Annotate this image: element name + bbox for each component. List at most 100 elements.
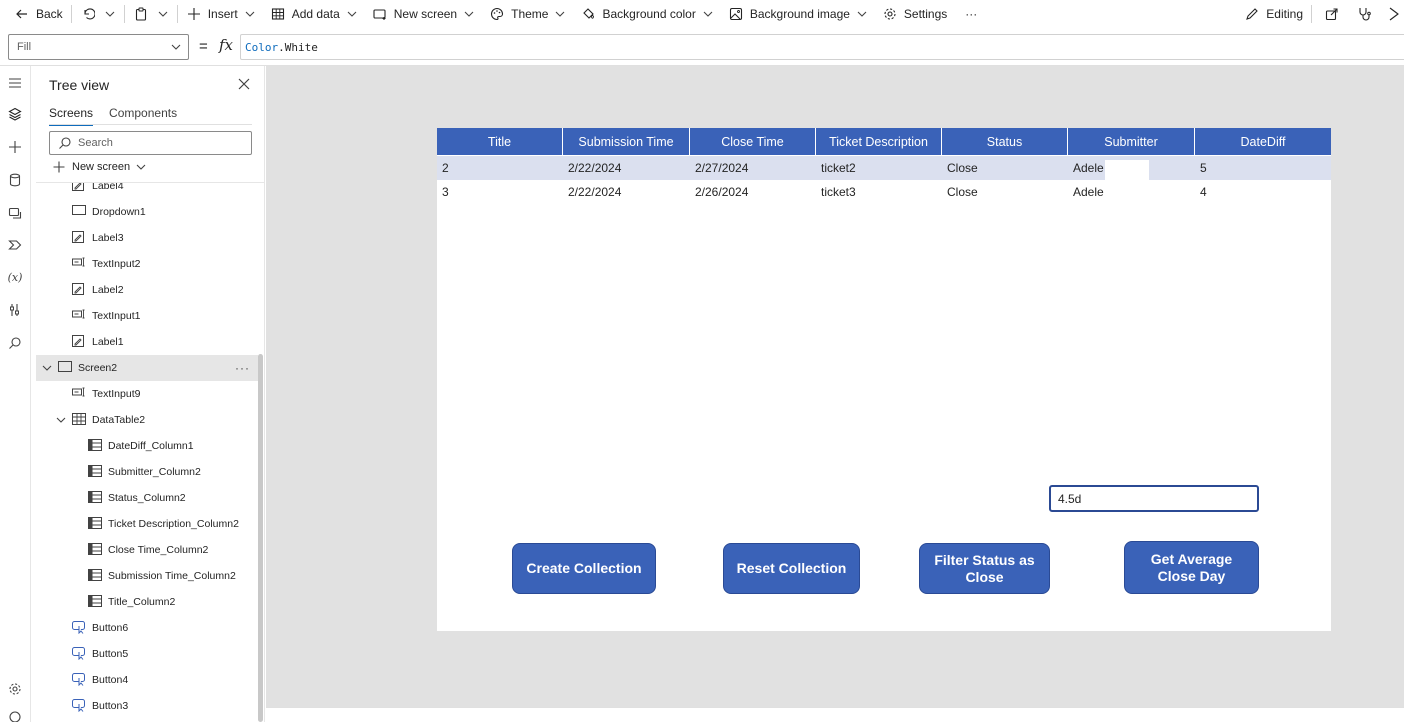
command-bar: Back Insert Add data New screen Theme Ba… <box>0 0 1404 28</box>
get-average-close-day-button[interactable]: Get Average Close Day <box>1124 541 1259 594</box>
palette-icon <box>489 6 505 22</box>
new-screen-label: New screen <box>72 161 131 173</box>
table-row[interactable]: 2 2/22/2024 2/27/2024 ticket2 Close Adele 5 <box>437 156 1331 180</box>
chevron-down-icon <box>157 8 169 20</box>
chevron-down-icon[interactable] <box>56 415 66 425</box>
background-color-button[interactable]: Background color <box>576 2 717 26</box>
editing-button[interactable]: Editing <box>1240 2 1307 26</box>
app-screen[interactable]: Title Submission Time Close Time Ticket Des… <box>437 128 1331 631</box>
separator <box>70 5 72 23</box>
table-row[interactable]: 3 2/22/2024 2/26/2024 ticket3 Close Adele 4 <box>437 180 1331 204</box>
variables-icon[interactable]: (x) <box>6 268 24 286</box>
search-icon[interactable] <box>6 334 24 352</box>
property-dropdown[interactable]: Fill <box>8 34 189 60</box>
column-header-close-time[interactable]: Close Time <box>690 128 816 155</box>
data-table-header: Title Submission Time Close Time Ticket Des… <box>437 128 1331 155</box>
table-cell: 4 <box>1200 185 1207 199</box>
tree-node-title-column2[interactable]: Title_Column2 <box>36 589 258 615</box>
tree-node-button5[interactable]: Button5 <box>36 641 258 667</box>
tree-node-button6[interactable]: Button6 <box>36 615 258 641</box>
more-button[interactable]: ··· <box>961 2 981 26</box>
more-options-icon[interactable]: ··· <box>235 361 250 375</box>
plus-icon[interactable] <box>6 138 24 156</box>
reset-collection-button[interactable]: Reset Collection <box>723 543 860 594</box>
new-screen-link[interactable]: New screen <box>53 161 146 173</box>
hamburger-icon[interactable] <box>6 74 24 92</box>
column-header-submission-time[interactable]: Submission Time <box>563 128 690 155</box>
cell-overlay <box>1105 160 1149 180</box>
background-image-label: Background image <box>749 7 850 21</box>
settings-gear-icon[interactable] <box>6 680 24 698</box>
chevron-down-icon[interactable] <box>42 363 52 373</box>
separator <box>123 5 125 23</box>
tree-node-label: DateDiff_Column1 <box>108 440 194 452</box>
tree-node-close-time-column2[interactable]: Close Time_Column2 <box>36 537 258 563</box>
tree-node-textinput1[interactable]: TextInput1 <box>36 303 258 329</box>
share-button[interactable] <box>1316 2 1348 26</box>
tree-node-datatable2[interactable]: DataTable2 <box>36 407 258 433</box>
column-header-ticket-description[interactable]: Ticket Description <box>816 128 942 155</box>
background-color-label: Background color <box>602 7 696 21</box>
tree-node-submission-time-column2[interactable]: Submission Time_Column2 <box>36 563 258 589</box>
database-icon[interactable] <box>6 171 24 189</box>
tree-node-status-column2[interactable]: Status_Column2 <box>36 485 258 511</box>
text-input[interactable]: 4.5d <box>1049 485 1259 512</box>
column-header-title[interactable]: Title <box>437 128 563 155</box>
undo-dropdown[interactable] <box>100 2 120 26</box>
label-icon <box>72 183 86 193</box>
tab-screens[interactable]: Screens <box>49 106 94 126</box>
tree-node-label1[interactable]: Label1 <box>36 329 258 355</box>
layers-icon[interactable] <box>6 105 24 123</box>
tab-components[interactable]: Components <box>109 106 177 126</box>
create-collection-button[interactable]: Create Collection <box>512 543 656 594</box>
fx-icon[interactable]: fx <box>219 36 233 54</box>
back-button[interactable]: Back <box>10 2 67 26</box>
tree-node-label: Button5 <box>92 648 129 660</box>
column-header-status[interactable]: Status <box>942 128 1068 155</box>
formula-input[interactable]: Color .White <box>240 34 1404 60</box>
advanced-tools-icon[interactable] <box>6 301 24 319</box>
editing-label: Editing <box>1266 7 1303 21</box>
chevron-down-icon <box>856 8 868 20</box>
table-cell: 2/22/2024 <box>568 185 622 199</box>
tree-node-button4[interactable]: Button4 <box>36 667 258 693</box>
paste-dropdown[interactable] <box>153 2 173 26</box>
settings-button[interactable]: Settings <box>878 2 951 26</box>
tree-node-submitter-column2[interactable]: Submitter_Column2 <box>36 459 258 485</box>
tree-node-textinput2[interactable]: TextInput2 <box>36 251 258 277</box>
textinput-icon <box>72 309 86 323</box>
paint-bucket-icon <box>580 6 596 22</box>
tree-scrollbar[interactable] <box>258 354 263 722</box>
tree-node-label: TextInput2 <box>92 258 141 270</box>
image-icon <box>728 6 744 22</box>
preview-button[interactable] <box>1380 2 1404 26</box>
column-header-datediff[interactable]: DateDiff <box>1195 128 1331 155</box>
column-header-submitter[interactable]: Submitter <box>1068 128 1195 155</box>
tree-node-label3[interactable]: Label3 <box>36 225 258 251</box>
label-icon <box>72 335 86 349</box>
tree-node-label2[interactable]: Label2 <box>36 277 258 303</box>
tree-node-textinput9[interactable]: TextInput9 <box>36 381 258 407</box>
tree-node-label: Status_Column2 <box>108 492 186 504</box>
app-checker-button[interactable] <box>1348 2 1380 26</box>
tree-node-label4[interactable]: Label4 <box>36 183 258 199</box>
tree-node-button3[interactable]: Button3 <box>36 693 258 719</box>
theme-button[interactable]: Theme <box>485 2 570 26</box>
close-icon[interactable] <box>237 77 251 91</box>
background-image-button[interactable]: Background image <box>724 2 872 26</box>
help-icon[interactable] <box>6 708 24 722</box>
tree-search-input[interactable]: Search <box>49 131 252 155</box>
tree-node-label: Ticket Description_Column2 <box>108 518 239 530</box>
insert-button[interactable]: Insert <box>182 2 260 26</box>
tree-node-ticket-description-column2[interactable]: Ticket Description_Column2 <box>36 511 258 537</box>
power-automate-icon[interactable] <box>6 236 24 254</box>
media-icon[interactable] <box>6 204 24 222</box>
tree-node-screen2[interactable]: Screen2 ··· <box>36 355 258 381</box>
undo-button[interactable] <box>76 2 100 26</box>
add-data-button[interactable]: Add data <box>266 2 362 26</box>
paste-button[interactable] <box>129 2 153 26</box>
filter-status-button[interactable]: Filter Status as Close <box>919 543 1050 594</box>
tree-node-datediff-column1[interactable]: DateDiff_Column1 <box>36 433 258 459</box>
tree-node-dropdown1[interactable]: Dropdown1 <box>36 199 258 225</box>
new-screen-button[interactable]: New screen <box>368 2 479 26</box>
